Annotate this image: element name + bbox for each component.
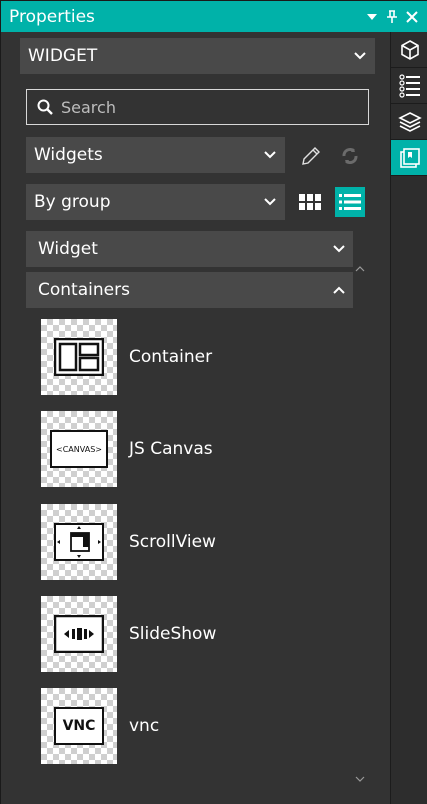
outline-tab-button[interactable] <box>391 68 427 104</box>
chevron-down-icon <box>255 151 285 159</box>
container-icon <box>41 319 117 395</box>
properties-window: Properties WIDGET Search Widgets By grou… <box>0 0 427 804</box>
canvas-icon: <CANVAS> <box>41 411 117 487</box>
group-header-containers[interactable]: Containers <box>26 272 353 308</box>
widget-library-icon <box>399 147 420 168</box>
library-selector[interactable]: Widgets <box>26 137 285 173</box>
library-selector-value: Widgets <box>34 145 103 165</box>
chevron-down-icon <box>325 245 353 253</box>
sort-selector[interactable]: By group <box>26 184 285 220</box>
item-label: Container <box>129 347 213 367</box>
vnc-icon: VNC <box>41 688 117 764</box>
list-icon <box>398 73 420 98</box>
properties-tab-button[interactable] <box>391 32 427 68</box>
chevron-up-icon <box>325 286 353 294</box>
group-label: Containers <box>38 280 130 300</box>
item-label: ScrollView <box>129 532 216 552</box>
cube-icon <box>400 39 419 60</box>
chevron-down-icon <box>255 198 285 206</box>
title-bar: Properties <box>1 1 427 32</box>
refresh-library-button[interactable] <box>335 141 365 171</box>
vnc-thumb-text: VNC <box>54 707 104 745</box>
refresh-icon <box>342 148 358 164</box>
window-title: Properties <box>9 6 95 27</box>
layers-tab-button[interactable] <box>391 104 427 140</box>
grid-view-button[interactable] <box>295 187 325 217</box>
item-label: vnc <box>129 716 160 736</box>
search-icon <box>37 99 53 115</box>
grid-icon <box>299 194 321 210</box>
group-label: Widget <box>38 239 98 259</box>
list-view-button[interactable] <box>335 187 365 217</box>
search-input[interactable]: Search <box>26 89 369 125</box>
scrollview-icon <box>41 504 117 580</box>
close-icon[interactable] <box>402 5 422 29</box>
list-item-scrollview[interactable]: ScrollView <box>41 504 341 580</box>
item-label: JS Canvas <box>129 439 213 459</box>
sort-selector-value: By group <box>34 192 111 212</box>
scroll-up-icon[interactable] <box>355 262 365 275</box>
list-item-js-canvas[interactable]: <CANVAS> JS Canvas <box>41 411 341 487</box>
properties-panel: WIDGET Search Widgets By group Widget Co… <box>1 32 390 804</box>
list-item-vnc[interactable]: VNC vnc <box>41 688 341 764</box>
list-icon <box>339 194 361 210</box>
slideshow-icon <box>41 596 117 672</box>
scroll-down-icon[interactable] <box>355 772 365 785</box>
list-item-slideshow[interactable]: SlideShow <box>41 596 341 672</box>
widget-library-tab-button[interactable] <box>391 140 427 176</box>
group-header-widget[interactable]: Widget <box>26 231 353 267</box>
list-item-container[interactable]: Container <box>41 319 341 395</box>
right-toolbar <box>390 32 427 804</box>
pencil-icon <box>302 147 320 165</box>
pin-icon[interactable] <box>382 5 402 29</box>
search-placeholder: Search <box>61 97 116 117</box>
layers-icon <box>397 111 422 132</box>
edit-library-button[interactable] <box>296 141 326 171</box>
widget-selector[interactable]: WIDGET <box>20 38 375 74</box>
canvas-thumb-text: <CANVAS> <box>50 430 108 468</box>
dropdown-icon[interactable] <box>362 5 382 29</box>
widget-selector-value: WIDGET <box>28 46 98 66</box>
chevron-down-icon <box>345 52 375 60</box>
item-label: SlideShow <box>129 624 217 644</box>
